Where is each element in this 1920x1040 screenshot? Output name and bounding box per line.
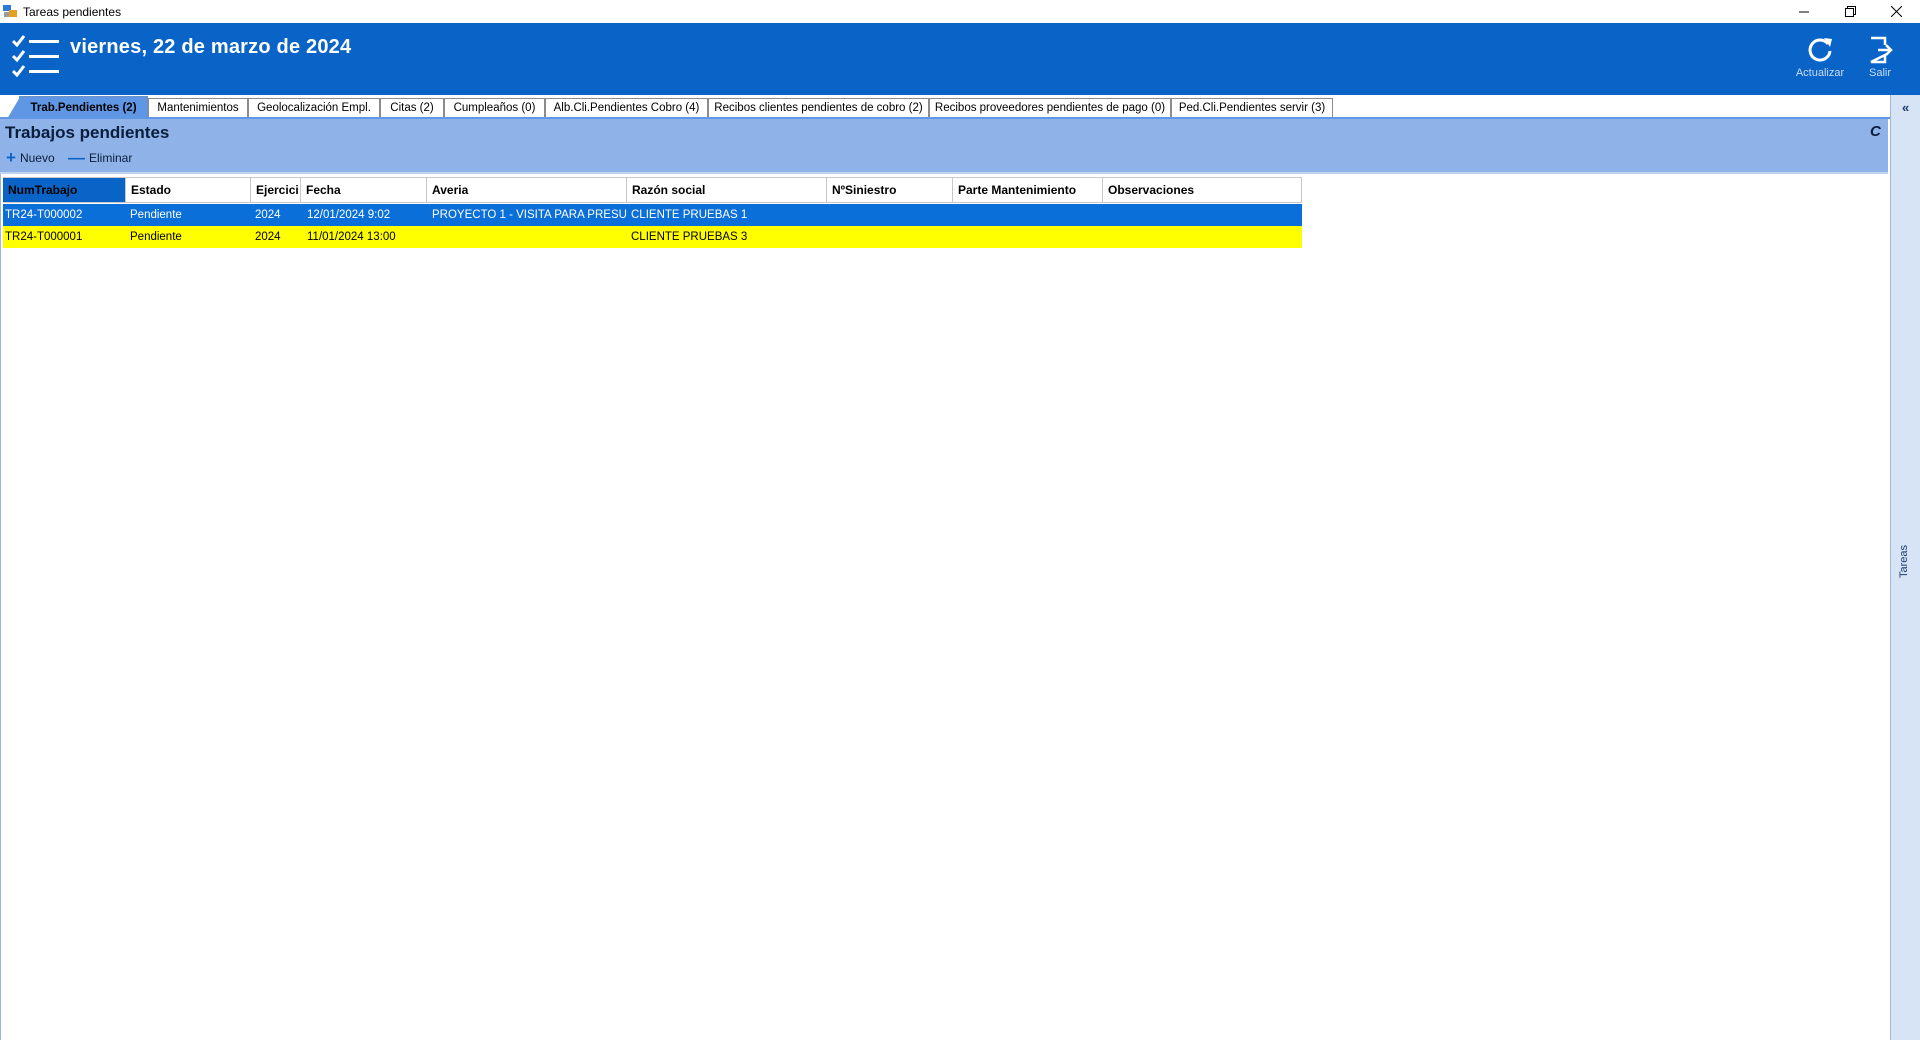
tab-trab-pendientes[interactable]: Trab.Pendientes (2): [7, 96, 148, 119]
tab-alb-cli-pendientes[interactable]: Alb.Cli.Pendientes Cobro (4): [545, 98, 708, 117]
grid-header: NumTrabajo Estado Ejercici Fecha Averia …: [3, 177, 1302, 203]
column-header-observaciones[interactable]: Observaciones: [1103, 178, 1302, 202]
cell-ejercicio: 2024: [255, 209, 281, 221]
column-header-averia[interactable]: Averia: [427, 178, 627, 202]
content-area: [0, 174, 1888, 1040]
section-header: Trabajos pendientes C + Nuevo — Eliminar: [0, 119, 1888, 174]
cell-estado: Pendiente: [130, 231, 182, 243]
delete-button[interactable]: — Eliminar: [68, 148, 133, 167]
cell-observaciones: [1103, 226, 1302, 248]
restore-icon[interactable]: [1827, 0, 1873, 23]
section-title: Trabajos pendientes: [5, 123, 170, 142]
close-icon[interactable]: [1873, 0, 1919, 23]
cell-razon-social: CLIENTE PRUEBAS 3: [631, 231, 748, 243]
minimize-icon[interactable]: [1781, 0, 1827, 23]
column-header-numtrabajo[interactable]: NumTrabajo: [3, 178, 126, 202]
column-header-estado[interactable]: Estado: [126, 178, 251, 202]
refresh-small-icon[interactable]: C: [1870, 123, 1881, 140]
table-row[interactable]: TR24-T000001 Pendiente 2024 11/01/2024 1…: [3, 226, 1302, 248]
cell-fecha: 12/01/2024 9:02: [307, 209, 391, 221]
checklist-icon: [12, 35, 59, 78]
side-panel-label: Tareas: [1898, 544, 1910, 578]
column-header-fecha[interactable]: Fecha: [301, 178, 427, 202]
exit-icon: [1870, 36, 1893, 64]
refresh-button[interactable]: Actualizar: [1790, 35, 1850, 85]
refresh-label: Actualizar: [1795, 67, 1845, 79]
minus-icon: —: [68, 148, 85, 167]
new-label: Nuevo: [19, 151, 55, 165]
cell-estado: Pendiente: [130, 209, 182, 221]
window-title-bar: Tareas pendientes: [0, 0, 1920, 23]
exit-button[interactable]: Salir: [1850, 35, 1910, 85]
window-title: Tareas pendientes: [23, 5, 122, 19]
delete-label: Eliminar: [89, 151, 133, 165]
cell-parte-mantenimiento: [953, 226, 1103, 248]
tab-recibos-proveedores[interactable]: Recibos proveedores pendientes de pago (…: [929, 98, 1171, 117]
tab-strip: Trab.Pendientes (2) Mantenimientos Geolo…: [0, 95, 1890, 119]
cell-fecha: 11/01/2024 13:00: [307, 231, 396, 243]
new-button[interactable]: + Nuevo: [6, 148, 55, 167]
page-date-title: viernes, 22 de marzo de 2024: [70, 36, 352, 58]
plus-icon: +: [6, 148, 16, 167]
cell-numtrabajo: TR24-T000002: [5, 209, 83, 221]
column-header-razon-social[interactable]: Razón social: [627, 178, 827, 202]
cell-numtrabajo: TR24-T000001: [5, 231, 83, 243]
cell-averia: PROYECTO 1 - VISITA PARA PRESU...: [432, 209, 627, 221]
refresh-icon: [1808, 38, 1832, 62]
app-header: viernes, 22 de marzo de 2024 Actualizar …: [0, 23, 1920, 95]
cell-observaciones: [1103, 204, 1302, 226]
cell-ejercicio: 2024: [255, 231, 281, 243]
tab-recibos-clientes[interactable]: Recibos clientes pendientes de cobro (2): [708, 98, 929, 117]
cell-averia: [427, 226, 627, 248]
app-icon: [3, 5, 17, 17]
cell-siniestro: [827, 226, 953, 248]
double-chevron-left-icon[interactable]: «: [1902, 100, 1909, 115]
tab-mantenimientos[interactable]: Mantenimientos: [148, 98, 248, 117]
tab-geolocalizacion[interactable]: Geolocalización Empl.: [248, 98, 380, 117]
table-row[interactable]: TR24-T000002 Pendiente 2024 12/01/2024 9…: [3, 204, 1302, 226]
tab-cumpleanos[interactable]: Cumpleaños (0): [444, 98, 545, 117]
cell-razon-social: CLIENTE PRUEBAS 1: [631, 209, 748, 221]
tab-citas[interactable]: Citas (2): [380, 98, 444, 117]
cell-siniestro: [827, 204, 953, 226]
cell-parte-mantenimiento: [953, 204, 1103, 226]
column-header-siniestro[interactable]: NºSiniestro: [827, 178, 953, 202]
column-header-parte-mantenimiento[interactable]: Parte Mantenimiento: [953, 178, 1103, 202]
tab-ped-cli-pendientes[interactable]: Ped.Cli.Pendientes servir (3): [1171, 98, 1333, 117]
column-header-ejercicio[interactable]: Ejercici: [251, 178, 301, 202]
exit-label: Salir: [1868, 67, 1891, 79]
